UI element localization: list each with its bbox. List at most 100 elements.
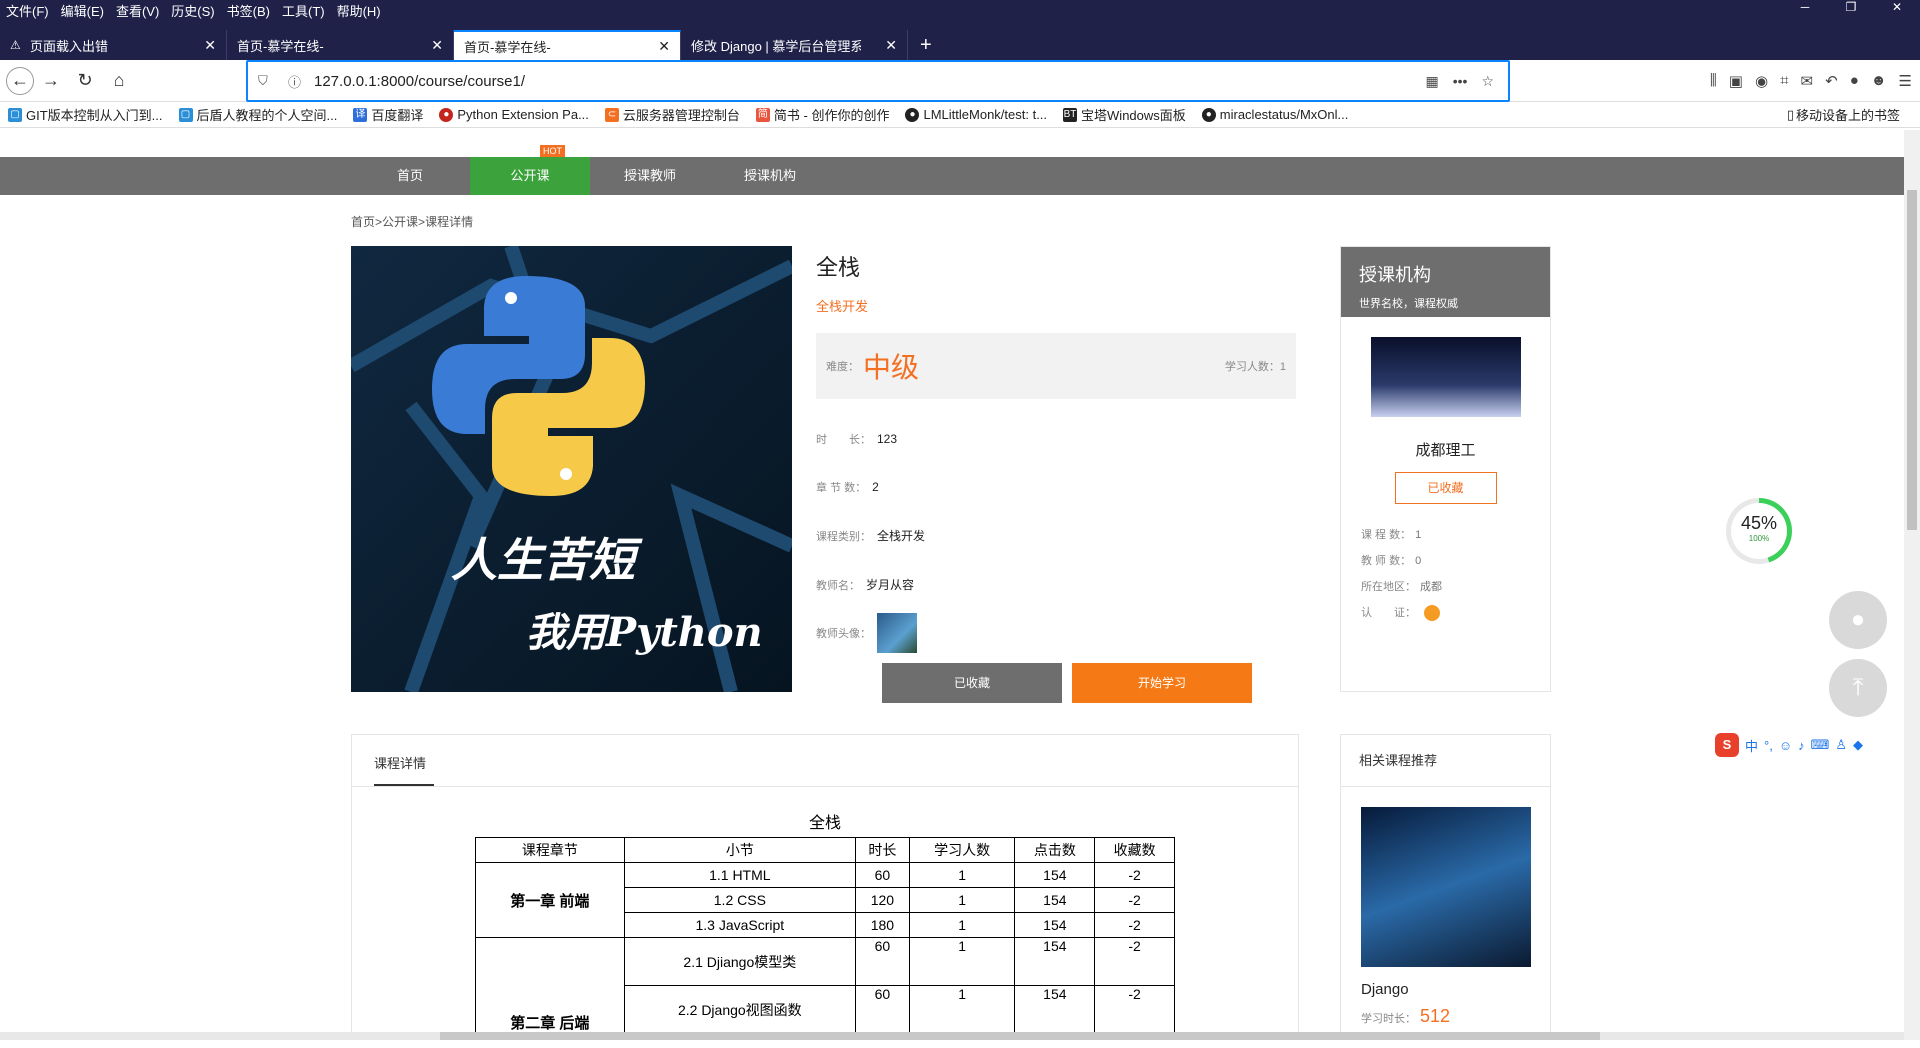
punctuation-icon[interactable]: °,: [1764, 738, 1773, 753]
bookmark-item[interactable]: ▢ GIT版本控制从入门到...: [0, 105, 171, 124]
bookmark-item[interactable]: ⊂ 云服务器管理控制台: [597, 105, 748, 124]
home-button[interactable]: ⌂: [102, 64, 136, 98]
org-courses-row: 课 程 数： 1: [1361, 526, 1550, 542]
url-input[interactable]: 127.0.0.1:8000/course/course1/: [308, 73, 1425, 90]
account-icon[interactable]: ◉: [1755, 72, 1768, 90]
breadcrumb-home[interactable]: 首页: [351, 215, 375, 229]
org-favorite-button[interactable]: 已收藏: [1394, 472, 1497, 504]
bookmark-item[interactable]: ▢ 后盾人教程的个人空间...: [171, 105, 346, 124]
close-tab-icon[interactable]: ✕: [658, 38, 670, 55]
url-bar[interactable]: ⛉ ⓘ 127.0.0.1:8000/course/course1/ ▦ •••…: [246, 60, 1510, 102]
bookmark-label: 云服务器管理控制台: [622, 108, 740, 123]
bookmark-item[interactable]: ● Python Extension Pa...: [431, 107, 597, 122]
bookmark-item[interactable]: 译百度翻译: [345, 105, 431, 124]
close-tab-icon[interactable]: ✕: [204, 37, 216, 54]
table-cell: 154: [1014, 912, 1096, 938]
qq-chat-button[interactable]: ●: [1829, 591, 1887, 649]
org-cert-label: 认 证：: [1361, 607, 1416, 619]
difficulty-label: 难度：: [826, 361, 859, 373]
table-cell: -2: [1094, 985, 1175, 1034]
bookmark-item[interactable]: ● LMLittleMonk/test: t...: [897, 107, 1055, 122]
sidebar-icon[interactable]: ▣: [1729, 72, 1743, 90]
minimize-icon[interactable]: ─: [1782, 0, 1828, 14]
close-tab-icon[interactable]: ✕: [885, 37, 897, 54]
tab-home[interactable]: 首页-慕学在线- ✕: [227, 30, 454, 60]
menu-history[interactable]: 历史(S): [165, 1, 220, 20]
breadcrumb-courses[interactable]: 公开课: [382, 215, 418, 229]
table-cell: 60: [854, 862, 910, 888]
chat-icon[interactable]: ✉: [1801, 72, 1814, 90]
new-tab-button[interactable]: +: [908, 30, 944, 60]
back-button[interactable]: ←: [6, 66, 34, 95]
shield-icon[interactable]: ⛉: [258, 73, 278, 89]
nav-orgs[interactable]: 授课机构: [710, 157, 830, 195]
user-icon[interactable]: ♙: [1835, 737, 1847, 753]
tab-label: 页面载入出错: [30, 38, 109, 54]
tab-django-admin[interactable]: 修改 Django | 慕学后台管理系统 ✕: [681, 30, 908, 60]
course-title: 全栈: [816, 255, 861, 280]
speed-widget[interactable]: 45% 100%: [1726, 498, 1792, 564]
bookmark-item[interactable]: 简简书 - 创作你的创作: [748, 105, 898, 124]
ime-toolbar[interactable]: S 中 °, ☺ ♪ ⌨ ♙ ◆: [1715, 733, 1863, 757]
course-detail-panel: 课程详情 全栈 课程章节 小节 时长 学习人数 点击数 收藏数 第一章 前端 1…: [351, 734, 1299, 1040]
more-actions-icon[interactable]: •••: [1453, 73, 1468, 89]
profile-icon[interactable]: ☻: [1871, 72, 1887, 90]
related-course-name[interactable]: Django: [1361, 981, 1550, 998]
hamburger-menu-icon[interactable]: ☰: [1899, 72, 1912, 90]
horizontal-scrollbar[interactable]: [0, 1032, 1904, 1040]
menu-tools[interactable]: 工具(T): [276, 1, 331, 20]
extension-icon[interactable]: ●: [1850, 72, 1859, 90]
mic-icon[interactable]: ♪: [1798, 738, 1805, 753]
org-name[interactable]: 成都理工: [1341, 439, 1550, 460]
bookmark-item[interactable]: ● miraclestatus/MxOnl...: [1194, 107, 1357, 122]
teacher-row: 教师名： 岁月从容: [816, 576, 1296, 593]
tab-home-active[interactable]: 首页-慕学在线- ✕: [454, 30, 681, 60]
info-icon[interactable]: ⓘ: [288, 72, 308, 91]
bookmark-label: miraclestatus/MxOnl...: [1219, 107, 1349, 122]
menu-view[interactable]: 查看(V): [110, 1, 165, 20]
bookmark-label: 宝塔Windows面板: [1081, 108, 1186, 123]
close-tab-icon[interactable]: ✕: [431, 37, 443, 54]
related-course-image[interactable]: [1361, 807, 1531, 967]
favorite-button[interactable]: 已收藏: [882, 663, 1062, 703]
library-icon[interactable]: ⫼: [1710, 72, 1717, 90]
ime-mode[interactable]: 中: [1745, 736, 1758, 755]
bookmark-star-icon[interactable]: ☆: [1481, 73, 1494, 90]
menu-bookmarks[interactable]: 书签(B): [221, 1, 276, 20]
skin-icon[interactable]: ◆: [1853, 737, 1863, 753]
teacher-avatar[interactable]: [877, 613, 917, 653]
forward-button[interactable]: →: [34, 64, 68, 98]
nav-courses[interactable]: HOT 公开课: [470, 145, 590, 195]
emoji-icon[interactable]: ☺: [1779, 738, 1792, 753]
course-subtitle: 全栈开发: [816, 299, 869, 314]
undo-icon[interactable]: ↶: [1825, 72, 1838, 90]
jianshu-icon: 简: [755, 107, 770, 122]
menu-file[interactable]: 文件(F): [0, 1, 55, 20]
bookmark-item[interactable]: BT 宝塔Windows面板: [1055, 105, 1194, 124]
close-window-icon[interactable]: ✕: [1874, 0, 1920, 14]
screenshot-icon[interactable]: ⌗: [1780, 72, 1788, 90]
start-learning-button[interactable]: 开始学习: [1072, 663, 1252, 703]
mobile-bookmarks[interactable]: ▯ 移动设备上的书签: [1779, 105, 1908, 124]
org-image[interactable]: [1370, 337, 1521, 417]
speed-widget-inner: 45% 100%: [1731, 503, 1787, 559]
bookmark-label: LMLittleMonk/test: t...: [923, 107, 1048, 122]
vertical-scrollbar[interactable]: [1904, 130, 1920, 1040]
vertical-scroll-thumb[interactable]: [1907, 190, 1917, 530]
tab-error[interactable]: ⚠ 页面载入出错 ✕: [0, 30, 227, 60]
table-cell: 154: [1014, 887, 1096, 913]
menu-edit[interactable]: 编辑(E): [55, 1, 110, 20]
action-buttons: 已收藏 开始学习: [882, 663, 1252, 703]
keyboard-icon[interactable]: ⌨: [1811, 737, 1830, 753]
back-to-top-button[interactable]: ⤒: [1829, 659, 1887, 717]
menu-help[interactable]: 帮助(H): [331, 1, 387, 20]
nav-bar: ← → ↻ ⌂ ⛉ ⓘ 127.0.0.1:8000/course/course…: [0, 60, 1920, 102]
qr-code-icon[interactable]: ▦: [1425, 73, 1438, 90]
course-cover-image[interactable]: 人生苦短 我用Python: [351, 246, 792, 692]
restore-icon[interactable]: ❐: [1828, 0, 1874, 14]
horizontal-scroll-thumb[interactable]: [440, 1032, 1600, 1040]
reload-button[interactable]: ↻: [68, 64, 102, 98]
nav-teachers[interactable]: 授课教师: [590, 157, 710, 195]
nav-home[interactable]: 首页: [350, 157, 470, 195]
tab-course-detail[interactable]: 课程详情: [374, 753, 434, 786]
